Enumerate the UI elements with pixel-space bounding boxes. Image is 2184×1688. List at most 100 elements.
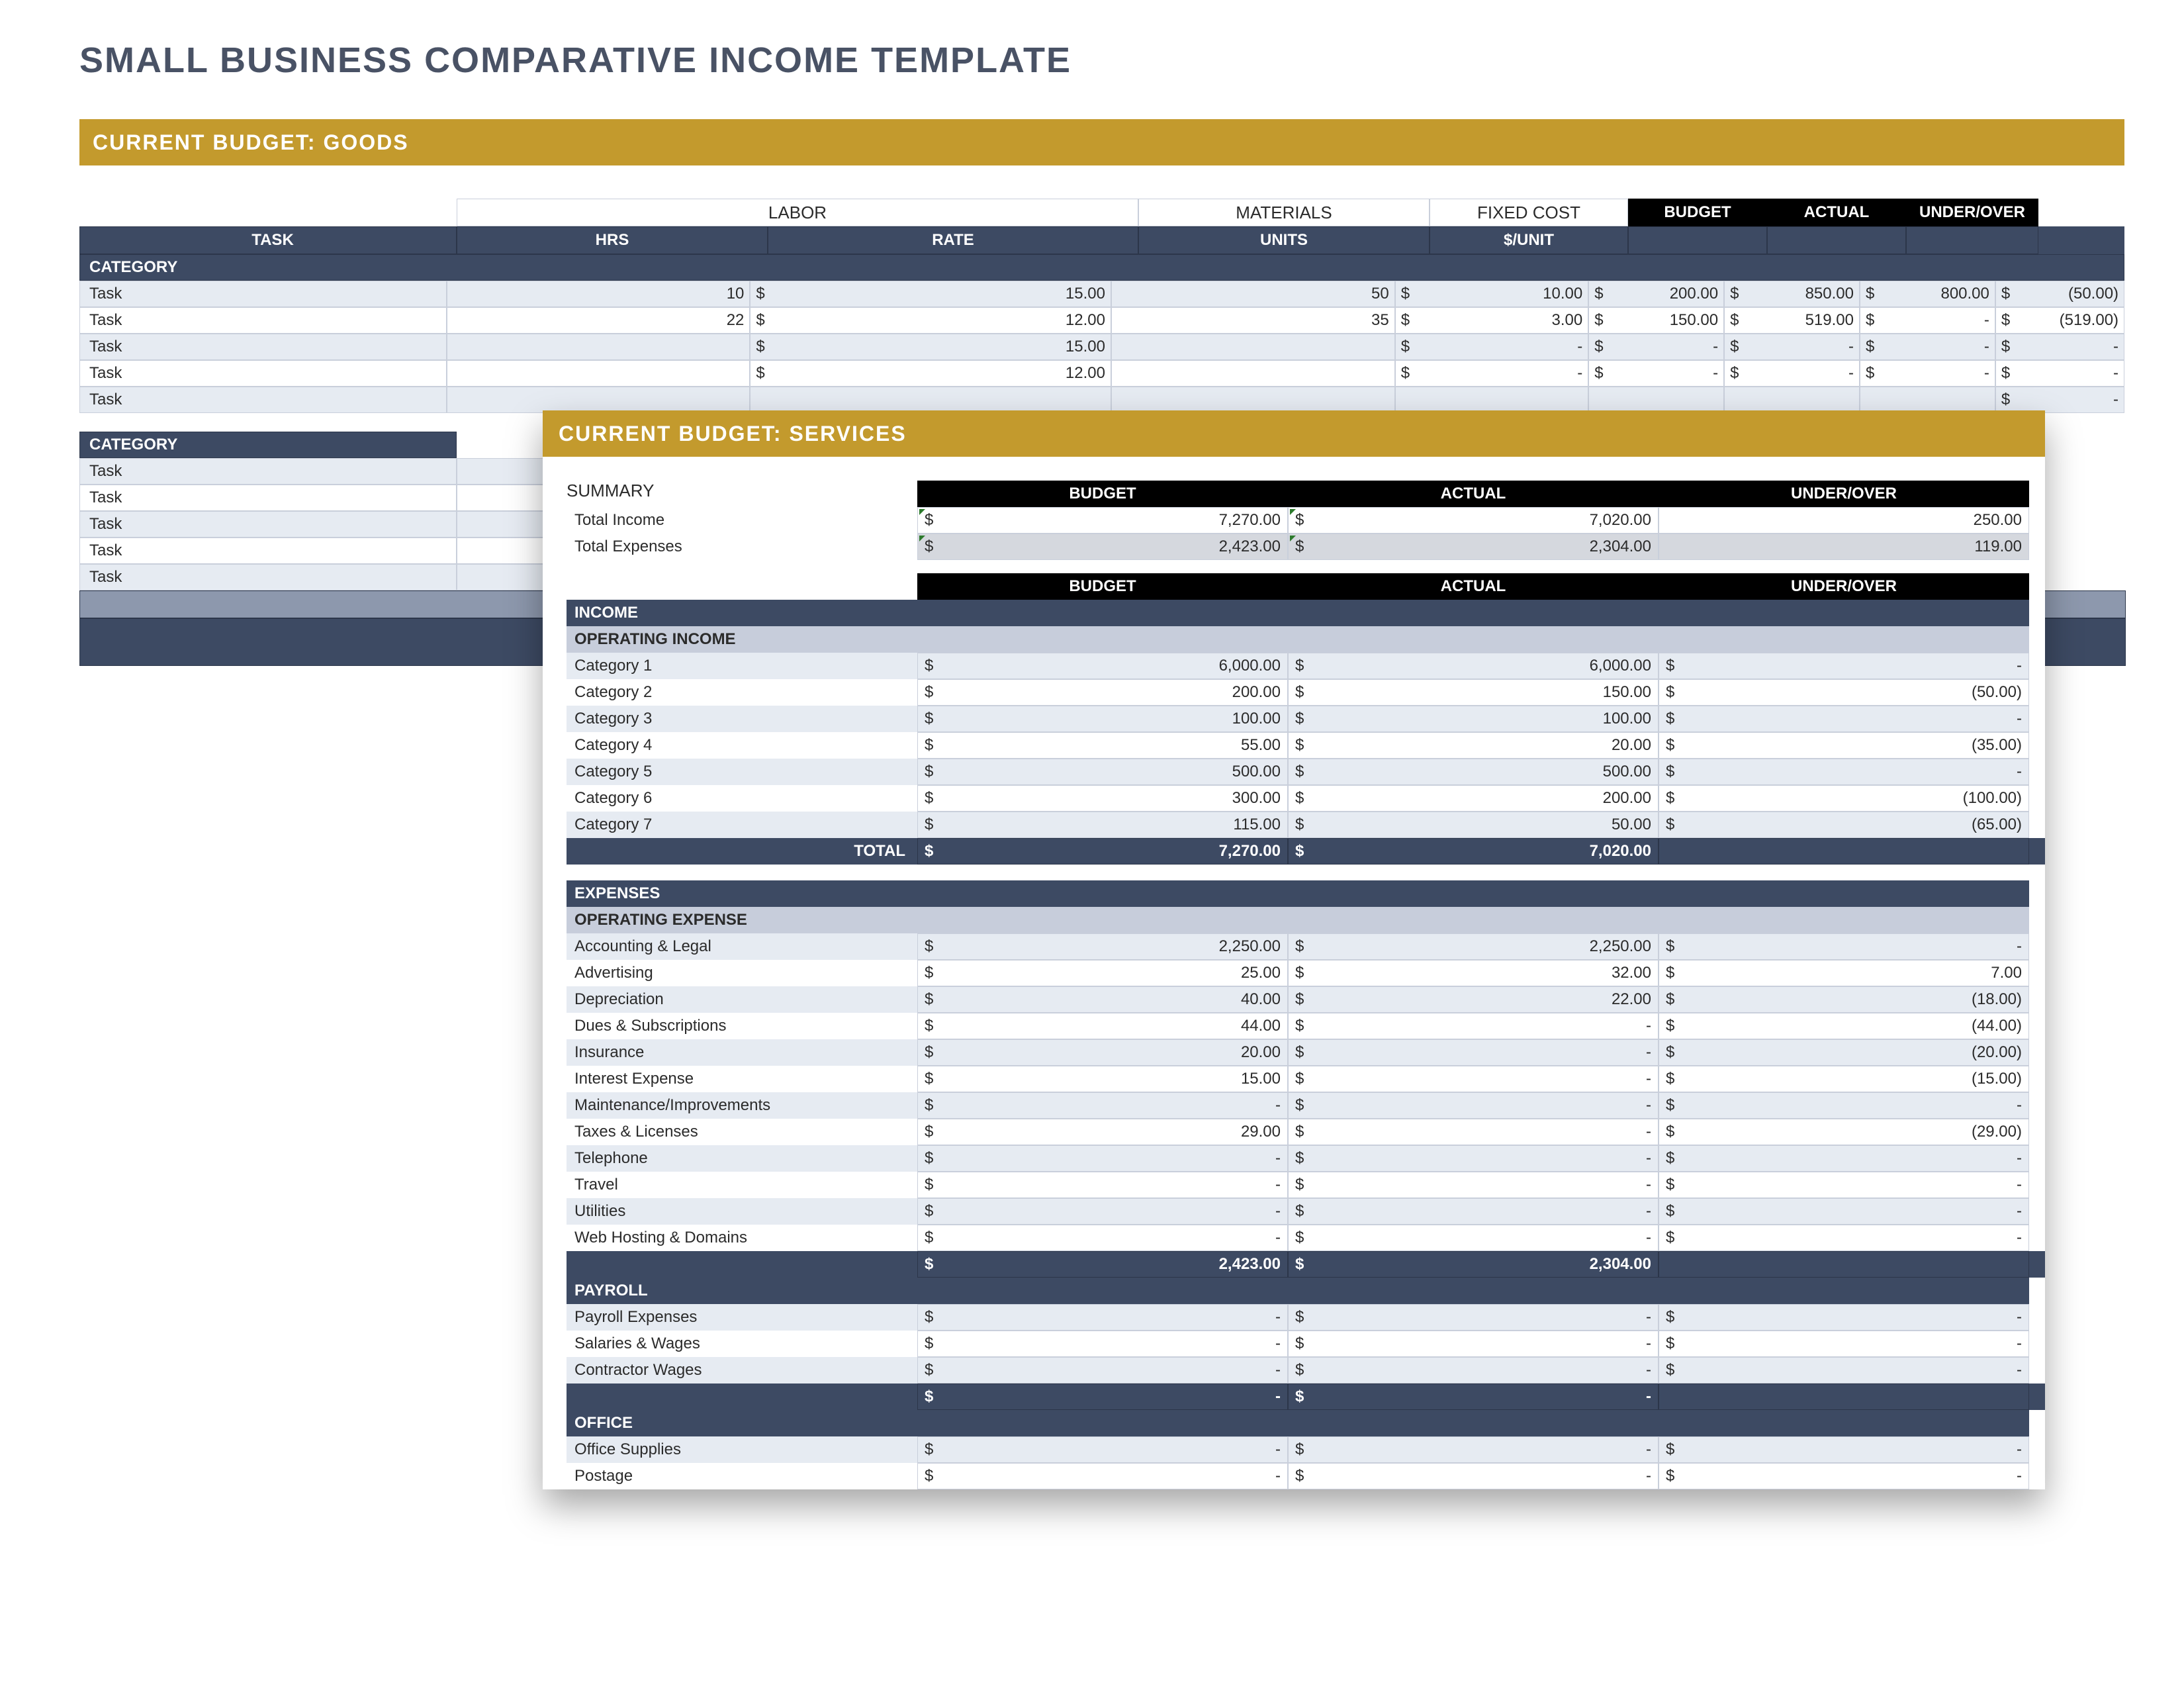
row-uo[interactable]: $-	[1659, 1225, 2029, 1251]
table-cell[interactable]: $-	[1588, 360, 1724, 387]
table-cell[interactable]: 35	[1111, 307, 1395, 334]
row-uo[interactable]: $-	[1659, 1145, 2029, 1172]
table-cell[interactable]: $-	[1860, 334, 1995, 360]
row-budget[interactable]: $300.00	[917, 785, 1288, 812]
row-actual[interactable]: $20.00	[1288, 732, 1659, 759]
table-cell[interactable]: $800.00	[1860, 281, 1995, 307]
table-cell[interactable]: $150.00	[1588, 307, 1724, 334]
row-uo[interactable]: $-	[1659, 1436, 2029, 1463]
row-budget[interactable]: $115.00	[917, 812, 1288, 838]
total-expenses-actual[interactable]: $2,304.00	[1288, 534, 1659, 560]
table-cell[interactable]	[1111, 334, 1395, 360]
table-cell[interactable]: $15.00	[750, 281, 1111, 307]
row-budget[interactable]: $20.00	[917, 1039, 1288, 1066]
table-cell[interactable]	[1860, 387, 1995, 413]
row-uo[interactable]: $(15.00)	[1659, 1066, 2029, 1092]
row-budget[interactable]: $40.00	[917, 986, 1288, 1013]
row-actual[interactable]: $-	[1288, 1331, 1659, 1357]
row-actual[interactable]: $200.00	[1288, 785, 1659, 812]
table-cell[interactable]: $3.00	[1395, 307, 1588, 334]
task-label[interactable]: Task	[79, 458, 457, 485]
row-actual[interactable]: $-	[1288, 1092, 1659, 1119]
table-cell[interactable]: $-	[1395, 334, 1588, 360]
row-actual[interactable]: $-	[1288, 1198, 1659, 1225]
row-actual[interactable]: $150.00	[1288, 679, 1659, 706]
table-cell[interactable]	[1588, 387, 1724, 413]
row-actual[interactable]: $-	[1288, 1463, 1659, 1489]
table-cell[interactable]	[447, 387, 750, 413]
table-cell[interactable]: $-	[1860, 360, 1995, 387]
row-actual[interactable]: $6,000.00	[1288, 653, 1659, 679]
row-uo[interactable]: $(100.00)	[1659, 785, 2029, 812]
table-cell[interactable]	[1111, 387, 1395, 413]
row-budget[interactable]: $15.00	[917, 1066, 1288, 1092]
task-label[interactable]: Task	[79, 307, 447, 334]
table-cell[interactable]: $(519.00)	[1995, 307, 2124, 334]
table-cell[interactable]: $-	[1724, 360, 1860, 387]
row-actual[interactable]: $-	[1288, 1357, 1659, 1383]
row-uo[interactable]: $(65.00)	[1659, 812, 2029, 838]
table-cell[interactable]	[1111, 360, 1395, 387]
table-cell[interactable]	[750, 387, 1111, 413]
row-uo[interactable]: $7.00	[1659, 960, 2029, 986]
row-uo[interactable]: $(20.00)	[1659, 1039, 2029, 1066]
table-cell[interactable]: $12.00	[750, 307, 1111, 334]
row-actual[interactable]: $22.00	[1288, 986, 1659, 1013]
row-actual[interactable]: $-	[1288, 1145, 1659, 1172]
row-uo[interactable]: $-	[1659, 759, 2029, 785]
table-cell[interactable]: 10	[447, 281, 750, 307]
row-actual[interactable]: $50.00	[1288, 812, 1659, 838]
row-uo[interactable]: $-	[1659, 1331, 2029, 1357]
row-actual[interactable]: $-	[1288, 1039, 1659, 1066]
row-uo[interactable]: $(29.00)	[1659, 1119, 2029, 1145]
task-label[interactable]: Task	[79, 538, 457, 564]
row-actual[interactable]: $-	[1288, 1436, 1659, 1463]
row-budget[interactable]: $-	[917, 1436, 1288, 1463]
table-cell[interactable]: $-	[1995, 387, 2124, 413]
table-cell[interactable]: $-	[1588, 334, 1724, 360]
table-cell[interactable]: $12.00	[750, 360, 1111, 387]
row-uo[interactable]: $-	[1659, 1357, 2029, 1383]
total-income-actual[interactable]: $7,020.00	[1288, 507, 1659, 534]
row-actual[interactable]: $-	[1288, 1172, 1659, 1198]
row-uo[interactable]: $-	[1659, 1092, 2029, 1119]
table-cell[interactable]: $-	[1724, 334, 1860, 360]
row-uo[interactable]: $(18.00)	[1659, 986, 2029, 1013]
task-label[interactable]: Task	[79, 511, 457, 538]
table-cell[interactable]: $519.00	[1724, 307, 1860, 334]
row-actual[interactable]: $2,250.00	[1288, 933, 1659, 960]
row-budget[interactable]: $55.00	[917, 732, 1288, 759]
row-actual[interactable]: $-	[1288, 1225, 1659, 1251]
row-uo[interactable]: $-	[1659, 1172, 2029, 1198]
table-cell[interactable]: $15.00	[750, 334, 1111, 360]
row-budget[interactable]: $-	[917, 1225, 1288, 1251]
row-budget[interactable]: $44.00	[917, 1013, 1288, 1039]
row-budget[interactable]: $-	[917, 1198, 1288, 1225]
total-expenses-budget[interactable]: $2,423.00	[917, 534, 1288, 560]
table-cell[interactable]: $-	[1995, 334, 2124, 360]
table-cell[interactable]: $10.00	[1395, 281, 1588, 307]
row-budget[interactable]: $-	[917, 1092, 1288, 1119]
row-budget[interactable]: $500.00	[917, 759, 1288, 785]
row-actual[interactable]: $100.00	[1288, 706, 1659, 732]
table-cell[interactable]: $200.00	[1588, 281, 1724, 307]
row-actual[interactable]: $-	[1288, 1119, 1659, 1145]
row-uo[interactable]: $-	[1659, 933, 2029, 960]
row-actual[interactable]: $32.00	[1288, 960, 1659, 986]
row-uo[interactable]: $(50.00)	[1659, 679, 2029, 706]
table-cell[interactable]: $-	[1995, 360, 2124, 387]
row-budget[interactable]: $29.00	[917, 1119, 1288, 1145]
table-cell[interactable]: $-	[1860, 307, 1995, 334]
row-budget[interactable]: $-	[917, 1357, 1288, 1383]
row-budget[interactable]: $6,000.00	[917, 653, 1288, 679]
task-label[interactable]: Task	[79, 485, 457, 511]
task-label[interactable]: Task	[79, 334, 447, 360]
row-actual[interactable]: $-	[1288, 1304, 1659, 1331]
row-budget[interactable]: $-	[917, 1145, 1288, 1172]
row-uo[interactable]: $-	[1659, 1463, 2029, 1489]
task-label[interactable]: Task	[79, 564, 457, 590]
row-uo[interactable]: $-	[1659, 706, 2029, 732]
row-actual[interactable]: $500.00	[1288, 759, 1659, 785]
total-income-budget[interactable]: $7,270.00	[917, 507, 1288, 534]
table-cell[interactable]: $850.00	[1724, 281, 1860, 307]
